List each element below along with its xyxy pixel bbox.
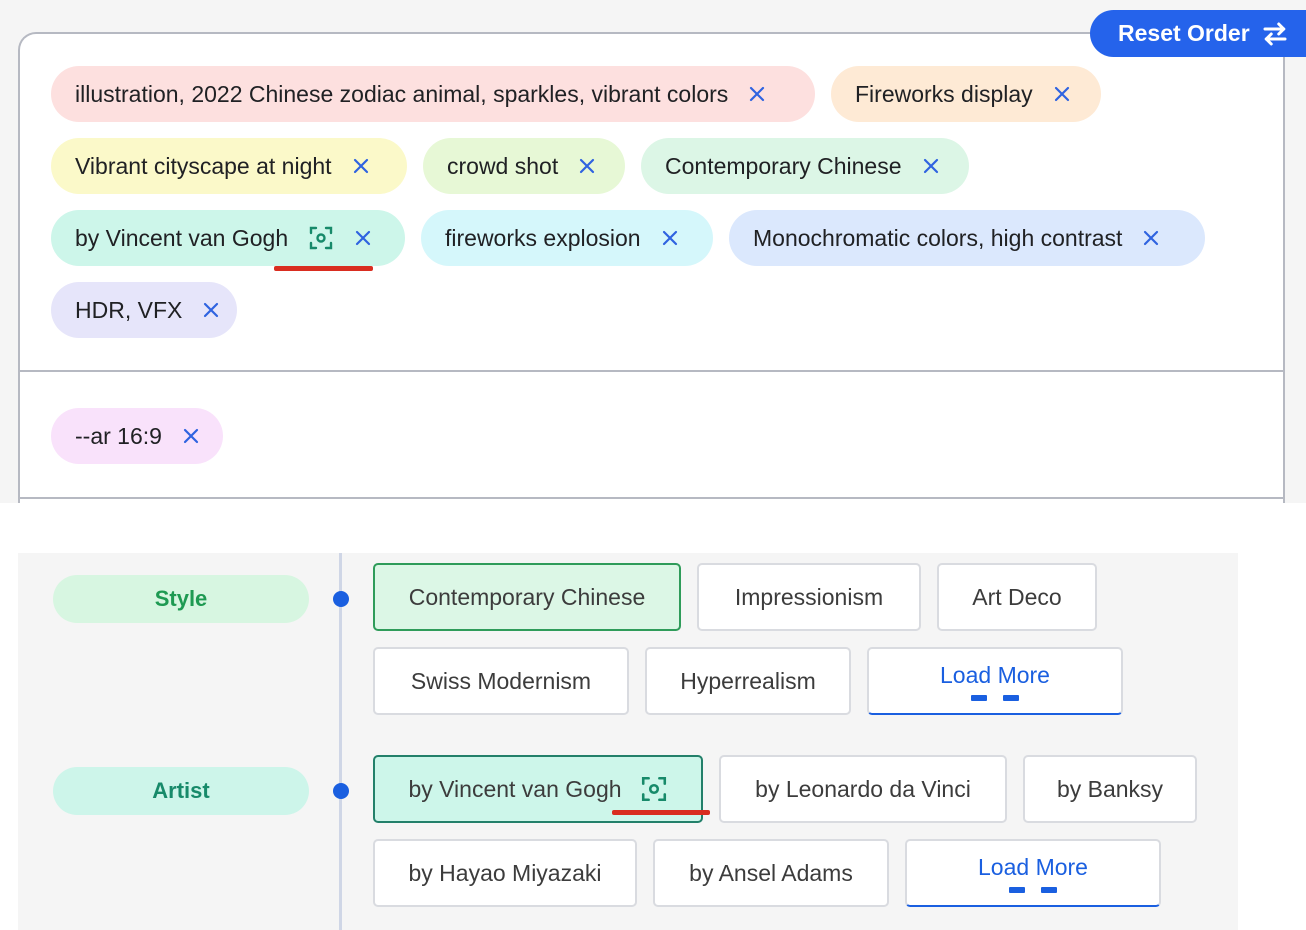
active-highlight-underline: [274, 266, 373, 271]
option-label: Hyperrealism: [680, 667, 816, 694]
option-label: by Vincent van Gogh: [408, 775, 622, 802]
close-icon[interactable]: [202, 301, 220, 319]
style-option[interactable]: Impressionism: [697, 563, 921, 631]
timeline-dot: [333, 591, 349, 607]
timeline-line: [339, 553, 342, 930]
load-more-button[interactable]: Load More: [867, 647, 1123, 715]
artist-option[interactable]: by Ansel Adams: [653, 839, 889, 907]
focus-scan-icon[interactable]: [640, 775, 668, 803]
category-name: Artist: [152, 778, 210, 803]
prompt-chip[interactable]: illustration, 2022 Chinese zodiac animal…: [51, 66, 815, 122]
style-option[interactable]: Art Deco: [937, 563, 1097, 631]
option-label: Swiss Modernism: [410, 667, 592, 694]
prompt-chip-label: Contemporary Chinese: [665, 152, 902, 179]
panel-divider: [18, 497, 1285, 499]
artist-option[interactable]: by Banksy: [1023, 755, 1197, 823]
prompt-chip[interactable]: crowd shot: [423, 138, 625, 194]
prompt-chip-label: Vibrant cityscape at night: [75, 152, 332, 179]
prompt-chip-label: Fireworks display: [855, 80, 1033, 107]
category-label-artist: Artist: [53, 767, 309, 815]
prompt-chip-label: fireworks explosion: [445, 224, 641, 251]
close-icon[interactable]: [354, 229, 372, 247]
option-label: by Hayao Miyazaki: [408, 859, 602, 886]
prompt-chip-label: by Vincent van Gogh: [75, 224, 289, 251]
loading-dashes: [971, 694, 1019, 701]
reset-order-button[interactable]: Reset Order: [1090, 10, 1306, 57]
swap-arrows-icon: [1263, 22, 1287, 45]
load-more-label: Load More: [978, 853, 1088, 880]
option-label: by Ansel Adams: [689, 859, 853, 886]
close-icon[interactable]: [1142, 229, 1160, 247]
load-more-label: Load More: [940, 661, 1050, 688]
category-name: Style: [154, 586, 208, 611]
option-label: by Leonardo da Vinci: [755, 775, 971, 802]
category-label-style: Style: [53, 575, 309, 623]
prompt-chip[interactable]: Vibrant cityscape at night: [51, 138, 407, 194]
close-icon[interactable]: [182, 427, 200, 445]
loading-dashes: [1009, 886, 1057, 893]
prompt-chip[interactable]: fireworks explosion: [421, 210, 713, 266]
option-label: Impressionism: [734, 583, 884, 610]
prompt-chip-label: crowd shot: [447, 152, 559, 179]
parameter-chip-label: --ar 16:9: [75, 422, 162, 449]
option-label: Art Deco: [972, 583, 1062, 610]
prompt-chip-label: Monochromatic colors, high contrast: [753, 224, 1123, 251]
close-icon[interactable]: [661, 229, 679, 247]
reset-order-label: Reset Order: [1118, 20, 1250, 46]
close-icon[interactable]: [1053, 85, 1071, 103]
prompt-chip[interactable]: Contemporary Chinese: [641, 138, 969, 194]
active-highlight-underline: [612, 810, 710, 815]
prompt-chip[interactable]: Monochromatic colors, high contrast: [729, 210, 1205, 266]
close-icon[interactable]: [578, 157, 596, 175]
close-icon[interactable]: [352, 157, 370, 175]
option-label: Contemporary Chinese: [408, 583, 646, 610]
parameter-chip[interactable]: --ar 16:9: [51, 408, 223, 464]
panel-cut-spacer: [0, 503, 1306, 553]
option-label: by Banksy: [1056, 775, 1164, 802]
close-icon[interactable]: [922, 157, 940, 175]
prompt-chip-label: HDR, VFX: [75, 296, 183, 323]
panel-divider: [18, 370, 1285, 372]
artist-option[interactable]: by Hayao Miyazaki: [373, 839, 637, 907]
load-more-button[interactable]: Load More: [905, 839, 1161, 907]
artist-option[interactable]: by Leonardo da Vinci: [719, 755, 1007, 823]
style-option[interactable]: Swiss Modernism: [373, 647, 629, 715]
style-option[interactable]: Hyperrealism: [645, 647, 851, 715]
focus-scan-icon[interactable]: [308, 225, 334, 251]
prompt-chip[interactable]: HDR, VFX: [51, 282, 237, 338]
close-icon[interactable]: [748, 85, 766, 103]
style-option[interactable]: Contemporary Chinese: [373, 563, 681, 631]
prompt-chip-label: illustration, 2022 Chinese zodiac animal…: [75, 80, 729, 107]
prompt-chip[interactable]: by Vincent van Gogh: [51, 210, 405, 266]
prompt-chip[interactable]: Fireworks display: [831, 66, 1101, 122]
timeline-dot: [333, 783, 349, 799]
